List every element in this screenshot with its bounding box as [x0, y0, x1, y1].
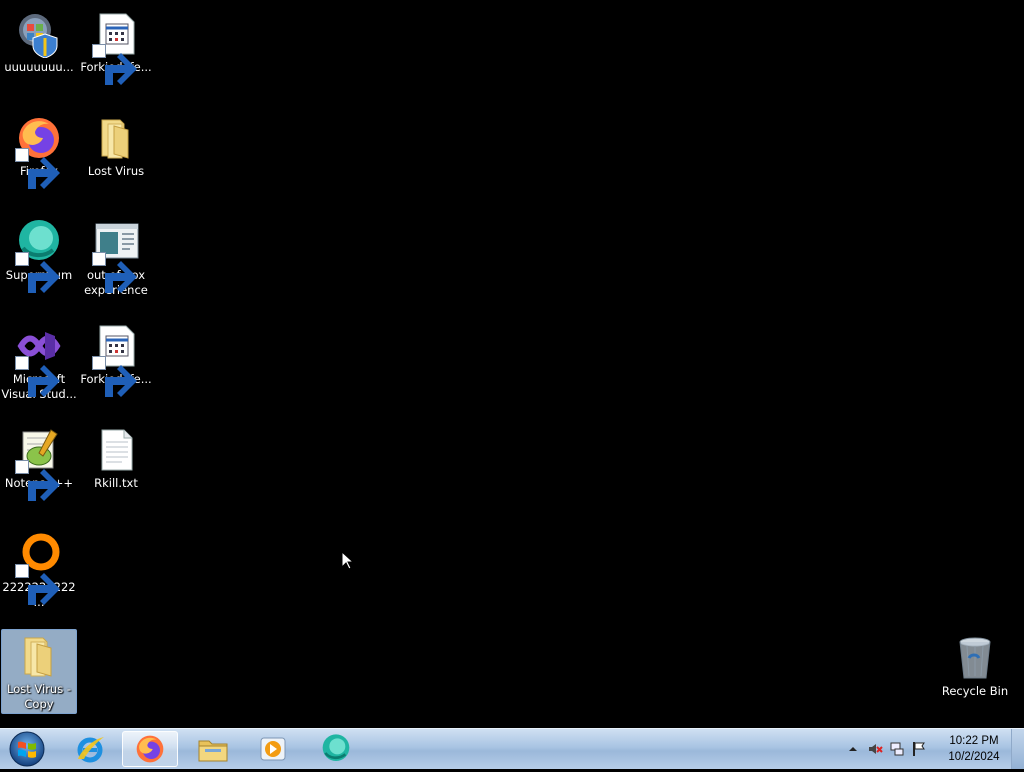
windows-update-icon: [15, 10, 63, 58]
shortcut-arrow-icon: [92, 44, 137, 85]
desktop: uuuuuuuu... Firefox Supermium Microsoft …: [0, 0, 1024, 728]
firefox-icon: [15, 114, 63, 189]
supermium-icon: [322, 734, 350, 761]
icon-label: Recycle Bin: [941, 684, 1009, 698]
shortcut-arrow-icon: [92, 356, 137, 397]
clock-date: 10/2/2024: [948, 751, 1000, 763]
calendar-doc-icon: [92, 322, 140, 397]
desktop-icon-2222222222[interactable]: 2222222222...: [1, 524, 77, 610]
supermium-icon: [15, 218, 63, 293]
media-player-icon: [260, 737, 286, 761]
desktop-icon-rkill-txt[interactable]: Rkill.txt: [78, 420, 154, 491]
start-button[interactable]: [4, 730, 50, 768]
volume-muted-icon[interactable]: [867, 741, 883, 757]
shortcut-arrow-icon: [15, 148, 60, 189]
show-hidden-icons-icon[interactable]: [845, 741, 861, 757]
shortcut-arrow-icon: [15, 460, 60, 501]
clock-time: 10:22 PM: [949, 735, 999, 747]
desktop-icon-notepadpp[interactable]: Notepad++: [1, 420, 77, 501]
icon-label: Rkill.txt: [94, 476, 138, 490]
desktop-icon-forkiedefe-1[interactable]: Forkiedefe...: [78, 4, 154, 85]
internet-explorer-icon: [77, 737, 104, 763]
taskbar-file-explorer[interactable]: [185, 731, 241, 767]
desktop-icon-lost-virus[interactable]: Lost Virus: [78, 108, 154, 179]
show-desktop-button[interactable]: [1011, 729, 1024, 769]
folder-icon: [92, 114, 140, 162]
desktop-icon-supermium[interactable]: Supermium: [1, 212, 77, 293]
desktop-icon-uuuuuuuu[interactable]: uuuuuuuu...: [1, 4, 77, 75]
visual-studio-icon: [15, 322, 63, 397]
taskbar-supermium[interactable]: [308, 731, 364, 767]
firefox-icon: [136, 735, 164, 763]
desktop-icon-firefox[interactable]: Firefox: [1, 108, 77, 189]
taskbar-media-player[interactable]: [245, 731, 301, 767]
shortcut-arrow-icon: [15, 356, 60, 397]
shortcut-arrow-icon: [15, 564, 60, 605]
desktop-icon-forkiedefe-2[interactable]: Forkiedefe...: [78, 316, 154, 397]
taskbar-firefox[interactable]: [122, 731, 178, 767]
clock[interactable]: 10:22 PM 10/2/2024: [934, 733, 1014, 765]
folder-icon: [15, 632, 63, 680]
system-tray: [845, 729, 927, 769]
shortcut-arrow-icon: [92, 252, 137, 293]
shortcut-arrow-icon: [15, 252, 60, 293]
taskbar: 10:22 PM 10/2/2024: [0, 728, 1024, 769]
action-center-flag-icon[interactable]: [911, 741, 927, 757]
windows-logo-icon: [9, 731, 45, 767]
recycle-bin-icon: [951, 634, 999, 682]
mouse-cursor-icon: [341, 551, 353, 570]
file-explorer-icon: [198, 740, 228, 762]
desktop-icon-out-of-box-experience[interactable]: out of box experience: [78, 212, 154, 298]
notepadpp-icon: [15, 426, 63, 501]
text-file-icon: [92, 426, 140, 474]
orange-ring-icon: [15, 530, 63, 605]
window-app-icon: [92, 218, 140, 293]
desktop-icon-recycle-bin[interactable]: Recycle Bin: [937, 628, 1013, 699]
icon-label: Lost Virus: [87, 164, 145, 178]
icon-label: uuuuuuuu...: [4, 60, 74, 74]
network-icon[interactable]: [889, 741, 905, 757]
desktop-icon-visual-studio[interactable]: Microsoft Visual Stud...: [1, 316, 77, 402]
calendar-doc-icon: [92, 10, 140, 85]
icon-label: Lost Virus - Copy: [6, 682, 72, 711]
taskbar-internet-explorer[interactable]: [62, 731, 118, 767]
desktop-icon-lost-virus-copy[interactable]: Lost Virus - Copy: [1, 629, 77, 714]
